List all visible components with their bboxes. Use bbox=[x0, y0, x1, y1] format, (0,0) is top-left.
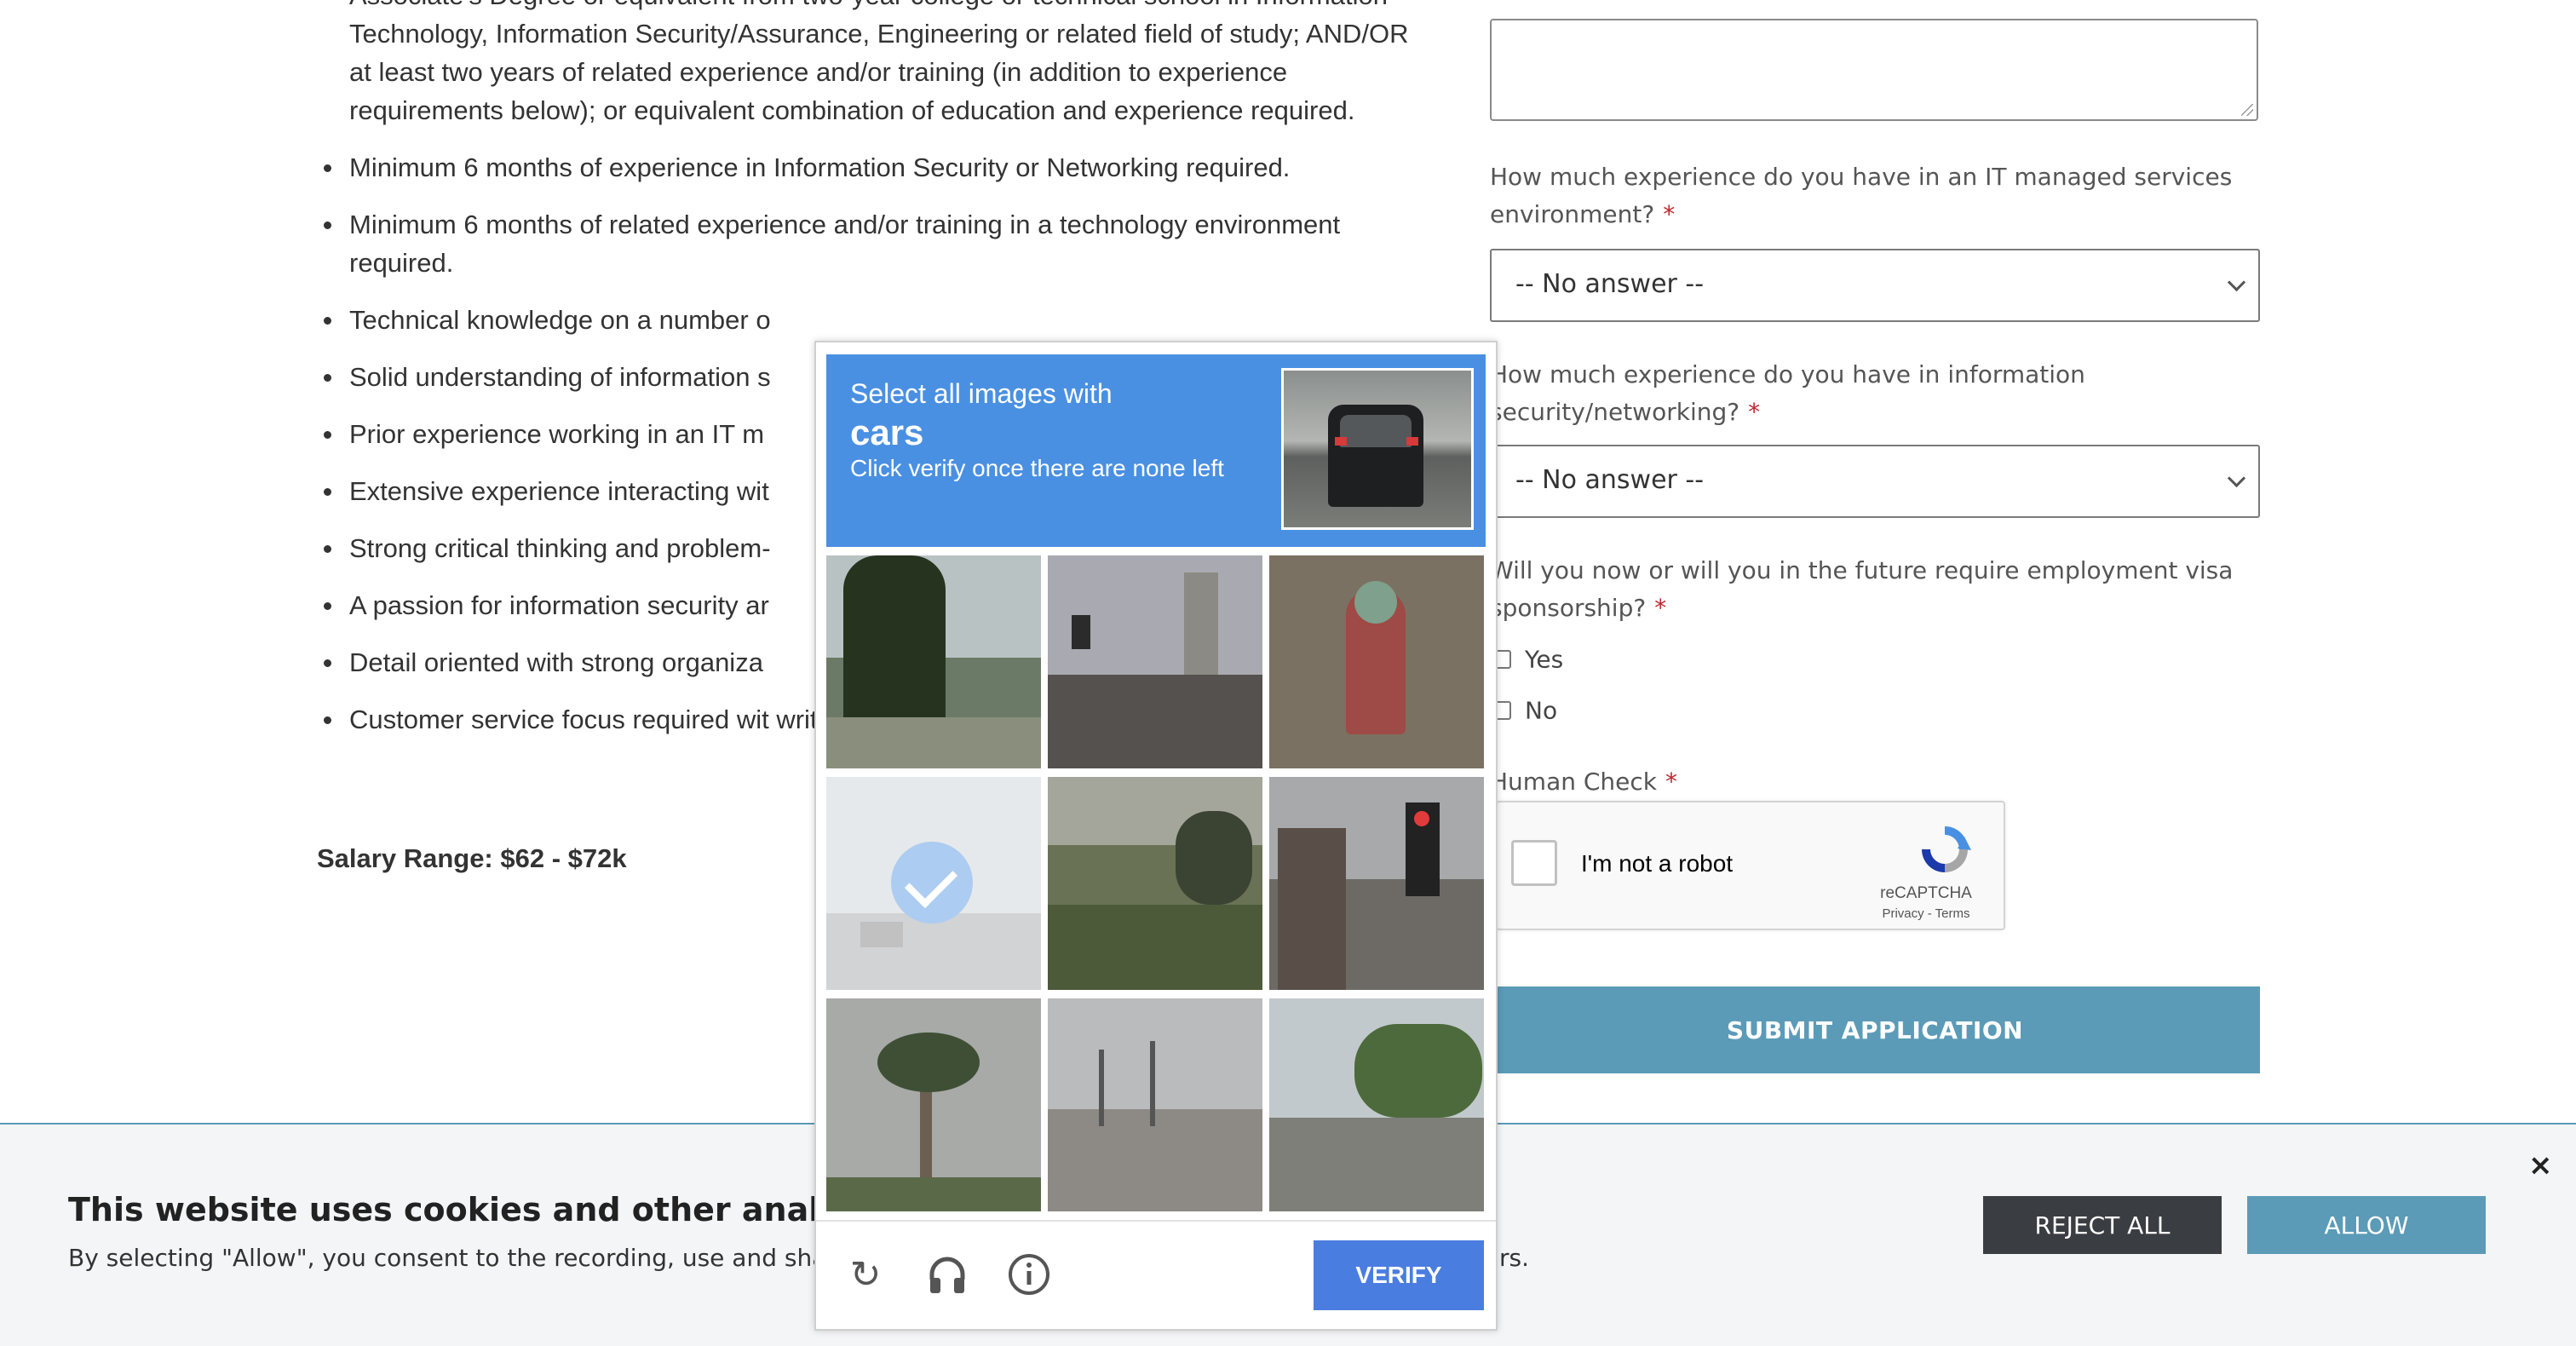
list-item: Associate's Degree or equivalent from tw… bbox=[349, 0, 1423, 129]
pole-shape bbox=[1150, 1041, 1155, 1126]
option-label: No bbox=[1525, 696, 1558, 725]
question-visa: Will you now or will you in the future r… bbox=[1490, 552, 2240, 627]
tile-ground bbox=[1269, 1118, 1484, 1211]
recaptcha-checkbox[interactable] bbox=[1511, 840, 1557, 886]
captcha-footer: ↻ VERIFY bbox=[816, 1220, 1496, 1331]
captcha-tile[interactable] bbox=[826, 555, 1041, 768]
recaptcha-widget: I'm not a robot reCAPTCHA Privacy - Term… bbox=[1496, 801, 2005, 930]
captcha-tile[interactable] bbox=[1269, 555, 1484, 768]
chevron-down-icon bbox=[2227, 273, 2246, 292]
tile-ground bbox=[1048, 905, 1262, 990]
question-managed-services: How much experience do you have in an IT… bbox=[1490, 158, 2240, 233]
tile-ground bbox=[1048, 675, 1262, 768]
close-icon[interactable]: × bbox=[2528, 1148, 2553, 1182]
managed-services-select[interactable]: -- No answer -- bbox=[1490, 249, 2260, 322]
tree-shape bbox=[1176, 811, 1252, 905]
tile-ground bbox=[826, 1177, 1041, 1211]
info-glyph bbox=[1009, 1254, 1049, 1295]
recaptcha-brand: reCAPTCHA bbox=[1880, 884, 1972, 902]
salary-range: Salary Range: $62 - $72k bbox=[317, 843, 627, 873]
select-value: -- No answer -- bbox=[1515, 465, 1705, 495]
captcha-instruction: Select all images with bbox=[850, 378, 1113, 409]
required-marker: * bbox=[1654, 594, 1667, 622]
captcha-tile-selected[interactable] bbox=[826, 777, 1041, 990]
recaptcha-logo-icon bbox=[1922, 826, 1971, 872]
headphones-icon[interactable] bbox=[923, 1251, 971, 1298]
cookie-body: By selecting "Allow", you consent to the… bbox=[68, 1244, 874, 1272]
reject-all-button[interactable]: REJECT ALL bbox=[1983, 1196, 2222, 1254]
tile-ground bbox=[1048, 1109, 1262, 1211]
visa-option-yes[interactable]: Yes bbox=[1492, 644, 1563, 674]
tail-light bbox=[1335, 437, 1347, 446]
select-value: -- No answer -- bbox=[1515, 269, 1705, 299]
captcha-challenge-dialog: Select all images with cars Click verify… bbox=[814, 341, 1498, 1331]
captcha-sample-image bbox=[1281, 368, 1474, 530]
chevron-down-icon bbox=[2227, 469, 2246, 488]
captcha-target: cars bbox=[850, 412, 924, 452]
answer-textarea[interactable] bbox=[1490, 19, 2258, 121]
building-shape bbox=[1278, 828, 1346, 990]
captcha-tile[interactable] bbox=[826, 998, 1041, 1211]
option-label: Yes bbox=[1525, 645, 1564, 674]
tile-ground bbox=[826, 913, 1041, 990]
question-label: How much experience do you have in infor… bbox=[1490, 360, 2085, 426]
palm-leaves-shape bbox=[877, 1033, 980, 1092]
list-item: Technical knowledge on a number o bbox=[324, 301, 1423, 339]
hydrant-cap-shape bbox=[1354, 581, 1397, 624]
captcha-tile[interactable] bbox=[1048, 777, 1262, 990]
question-label: How much experience do you have in an IT… bbox=[1490, 163, 2233, 228]
refresh-icon[interactable]: ↻ bbox=[842, 1251, 889, 1298]
captcha-hint: Click verify once there are none left bbox=[850, 455, 1224, 481]
question-label: Human Check bbox=[1490, 768, 1658, 796]
recaptcha-privacy-terms-link[interactable]: Privacy - Terms bbox=[1862, 906, 1990, 921]
cookie-body-end: rs. bbox=[1499, 1244, 1529, 1272]
required-marker: * bbox=[1663, 200, 1676, 228]
resize-grip-icon[interactable] bbox=[2241, 104, 2253, 116]
verify-button[interactable]: VERIFY bbox=[1314, 1240, 1484, 1310]
allow-button[interactable]: ALLOW bbox=[2247, 1196, 2486, 1254]
check-icon bbox=[891, 842, 973, 923]
red-light-shape bbox=[1414, 811, 1429, 826]
captcha-tile[interactable] bbox=[1269, 777, 1484, 990]
required-marker: * bbox=[1665, 768, 1678, 796]
traffic-light-shape bbox=[1072, 615, 1090, 649]
pole-shape bbox=[1099, 1050, 1104, 1126]
list-item: Minimum 6 months of experience in Inform… bbox=[324, 148, 1423, 187]
tree-shape bbox=[843, 555, 946, 717]
captcha-tile[interactable] bbox=[1048, 555, 1262, 768]
captcha-image-grid bbox=[826, 555, 1492, 1211]
captcha-tile[interactable] bbox=[1048, 998, 1262, 1211]
tree-shape bbox=[1354, 1024, 1482, 1118]
captcha-header: Select all images with cars Click verify… bbox=[826, 354, 1486, 547]
human-check-heading: Human Check * bbox=[1490, 763, 2240, 801]
headphones-glyph bbox=[929, 1257, 965, 1293]
visa-option-no[interactable]: No bbox=[1492, 695, 1557, 725]
required-marker: * bbox=[1748, 398, 1761, 426]
submit-application-button[interactable]: SUBMIT APPLICATION bbox=[1490, 986, 2260, 1073]
question-label: Will you now or will you in the future r… bbox=[1490, 556, 2234, 622]
list-item: Minimum 6 months of related experience a… bbox=[324, 205, 1423, 282]
car-shape bbox=[860, 922, 903, 947]
captcha-tile[interactable] bbox=[1269, 998, 1484, 1211]
car-shape bbox=[1328, 405, 1423, 507]
tile-ground bbox=[826, 717, 1041, 768]
security-experience-select[interactable]: -- No answer -- bbox=[1490, 445, 2260, 518]
tail-light bbox=[1406, 437, 1418, 446]
info-icon[interactable] bbox=[1005, 1251, 1053, 1298]
question-security: How much experience do you have in infor… bbox=[1490, 356, 2240, 431]
recaptcha-label: I'm not a robot bbox=[1581, 850, 1734, 877]
